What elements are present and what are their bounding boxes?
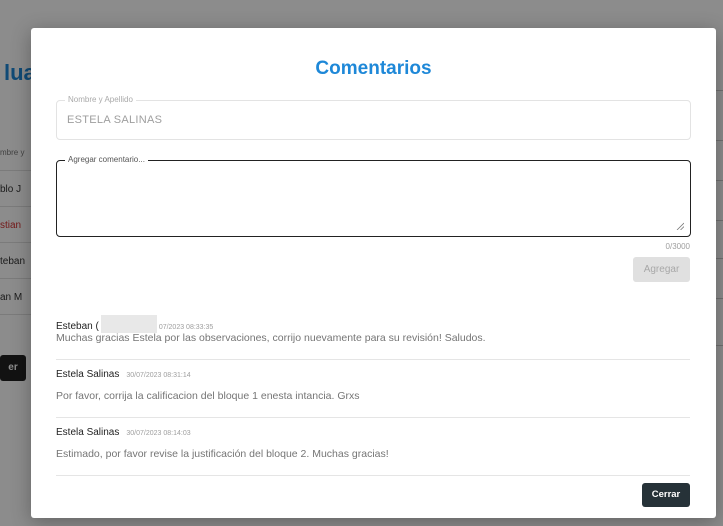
- name-field-value: ESTELA SALINAS: [67, 114, 163, 126]
- comment-text: Estimado, por favor revise la justificac…: [56, 448, 389, 460]
- name-field-label: Nombre y Apellido: [65, 95, 136, 104]
- close-button[interactable]: Cerrar: [642, 483, 690, 507]
- comment-date: 30/07/2023 08:31:14: [126, 372, 191, 379]
- comments-list: Esteban ( 07/2023 08:33:35 Muchas gracia…: [56, 302, 690, 476]
- redacted-block: [100, 315, 157, 333]
- comment-item: Estela Salinas 30/07/2023 08:31:14 Por f…: [56, 360, 690, 418]
- comment-item: Esteban ( 07/2023 08:33:35 Muchas gracia…: [56, 302, 690, 360]
- resize-handle-icon[interactable]: [676, 222, 684, 230]
- comment-author: Esteban (: [56, 321, 99, 332]
- comments-dialog: Comentarios Nombre y Apellido ESTELA SAL…: [31, 28, 716, 518]
- comment-textarea[interactable]: Agregar comentario...: [56, 155, 691, 237]
- comment-item: Estela Salinas 30/07/2023 08:14:03 Estim…: [56, 418, 690, 476]
- character-counter: 0/3000: [665, 242, 690, 251]
- comment-text: Muchas gracias Estela por las observacio…: [56, 332, 486, 344]
- dialog-title: Comentarios: [315, 58, 432, 79]
- comment-date: 07/2023 08:33:35: [158, 324, 214, 331]
- comment-author: Estela Salinas: [56, 427, 120, 438]
- add-comment-button[interactable]: Agregar: [633, 257, 690, 282]
- comment-field-label: Agregar comentario...: [65, 155, 148, 164]
- comment-text: Por favor, corrija la calificacion del b…: [56, 390, 360, 402]
- comment-author: Estela Salinas: [56, 369, 120, 380]
- name-field: Nombre y Apellido ESTELA SALINAS: [56, 95, 691, 140]
- comment-date: 30/07/2023 08:14:03: [126, 430, 191, 437]
